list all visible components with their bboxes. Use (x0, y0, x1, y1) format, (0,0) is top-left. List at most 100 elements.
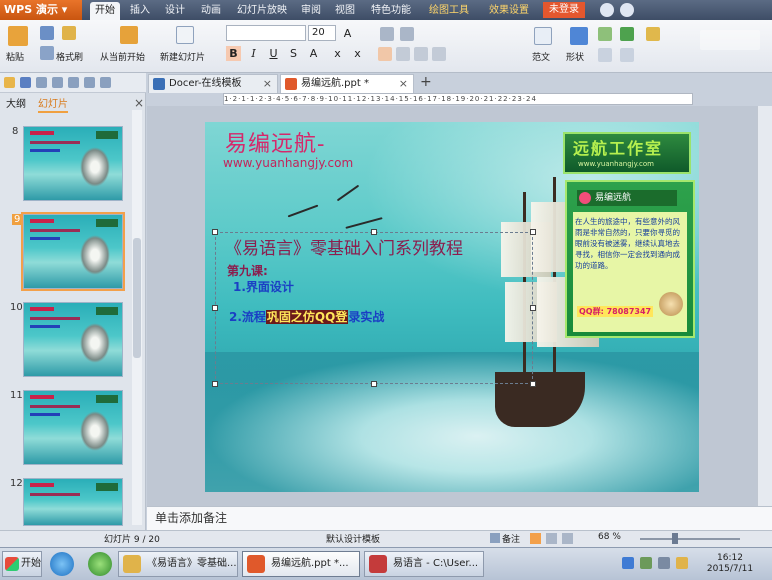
tab-docer[interactable]: Docer-在线模板 × (148, 74, 278, 93)
tab-drawing-tools[interactable]: 绘图工具 (424, 2, 474, 20)
zoom-slider[interactable] (640, 538, 740, 540)
zoom-slider-thumb[interactable] (672, 533, 678, 544)
template-icon[interactable] (534, 27, 552, 45)
print-icon[interactable] (36, 77, 47, 88)
numbering-icon[interactable] (400, 27, 414, 41)
volume-icon[interactable] (658, 557, 670, 569)
clock[interactable]: 16:12 2015/7/11 (700, 553, 760, 575)
help-icon[interactable] (620, 3, 634, 17)
justify-icon[interactable] (432, 47, 446, 61)
print-preview-icon[interactable] (52, 77, 63, 88)
picture-icon[interactable] (598, 27, 612, 41)
fill-icon[interactable] (620, 27, 634, 41)
font-name-select[interactable] (226, 25, 306, 41)
tab-document[interactable]: 易编远航.ppt * × (280, 74, 414, 93)
skin-icon[interactable] (600, 3, 614, 17)
tab-design[interactable]: 设计 (160, 2, 190, 20)
redo-icon[interactable] (100, 77, 111, 88)
tab-animation[interactable]: 动画 (196, 2, 226, 20)
slide-thumbnail[interactable] (23, 126, 123, 201)
tab-slideshow[interactable]: 幻灯片放映 (232, 2, 292, 20)
slide[interactable]: 易编远航- www.yuanhangjy.com 《易语言》零基础入门系列教程 … (205, 122, 699, 492)
slide-thumbnail-selected[interactable] (21, 212, 125, 291)
notes-area[interactable]: 单击添加备注 (147, 506, 772, 530)
slide-thumbnail[interactable] (23, 302, 123, 377)
open-icon[interactable] (4, 77, 15, 88)
shape-label[interactable]: 形状 (566, 50, 584, 63)
spellcheck-icon[interactable] (68, 77, 79, 88)
slide-title[interactable]: 易编远航- (225, 126, 325, 158)
shadow-button[interactable]: S (286, 46, 301, 61)
taskbar-item[interactable]: 易语言 - C:\User... (364, 551, 484, 577)
paste-label[interactable]: 粘贴 (6, 50, 24, 63)
cut-icon[interactable] (40, 26, 54, 40)
ie-icon[interactable] (50, 552, 74, 576)
network-icon[interactable] (640, 557, 652, 569)
canvas-scrollbar[interactable] (757, 106, 772, 506)
scrollbar-thumb[interactable] (133, 238, 141, 358)
align-left-icon[interactable] (378, 47, 392, 61)
lesson-item[interactable]: 2.流程巩固之仿QQ登录实战 (229, 308, 384, 325)
font-color-button[interactable]: A (306, 46, 321, 61)
close-icon[interactable]: × (263, 75, 272, 93)
group-icon[interactable] (620, 48, 634, 62)
resize-handle[interactable] (530, 381, 536, 387)
close-icon[interactable]: × (134, 96, 144, 110)
save-icon[interactable] (20, 77, 31, 88)
align-center-icon[interactable] (396, 47, 410, 61)
tab-outline[interactable]: 大纲 (6, 97, 26, 113)
template-label[interactable]: 范文 (532, 50, 550, 63)
app-menu-button[interactable]: WPS 演示 ▾ (0, 0, 82, 20)
bullets-icon[interactable] (380, 27, 394, 41)
new-tab-button[interactable]: + (420, 74, 432, 90)
new-slide-icon[interactable] (176, 26, 194, 44)
subscript-button[interactable]: x (350, 46, 365, 61)
resize-handle[interactable] (212, 305, 218, 311)
from-current-label[interactable]: 从当前开始 (100, 50, 145, 63)
tab-insert[interactable]: 插入 (126, 2, 154, 20)
normal-view-icon[interactable] (530, 533, 541, 544)
resize-handle[interactable] (530, 229, 536, 235)
undo-icon[interactable] (84, 77, 95, 88)
taskbar-item[interactable]: 《易语言》零基础... (118, 551, 238, 577)
new-slide-label[interactable]: 新建幻灯片 (160, 50, 205, 63)
sorter-view-icon[interactable] (546, 533, 557, 544)
grow-font-icon[interactable]: A (340, 26, 355, 41)
underline-button[interactable]: U (266, 46, 281, 61)
lesson-item[interactable]: 1.界面设计 (233, 278, 294, 295)
start-button[interactable]: 开始 (2, 551, 42, 577)
superscript-button[interactable]: x (330, 46, 345, 61)
paste-icon[interactable] (8, 26, 28, 46)
align-right-icon[interactable] (414, 47, 428, 61)
reading-view-icon[interactable] (562, 533, 573, 544)
slide-thumbnail[interactable] (23, 390, 123, 465)
resize-handle[interactable] (212, 381, 218, 387)
notes-icon[interactable] (490, 533, 500, 543)
tab-effects[interactable]: 效果设置 (484, 2, 534, 20)
font-size-select[interactable]: 20 (308, 25, 336, 41)
tab-features[interactable]: 特色功能 (366, 2, 416, 20)
notes-button[interactable]: 备注 (502, 532, 520, 545)
course-title[interactable]: 《易语言》零基础入门系列教程 (225, 234, 463, 259)
copy-icon[interactable] (40, 46, 54, 60)
slide-thumbnail[interactable] (23, 478, 123, 526)
resize-handle[interactable] (371, 381, 377, 387)
format-painter-label[interactable]: 格式刷 (56, 50, 83, 63)
lesson-label[interactable]: 第九课: (227, 262, 268, 279)
tab-slides[interactable]: 幻灯片 (38, 97, 68, 113)
tab-view[interactable]: 视图 (330, 2, 360, 20)
tab-review[interactable]: 审阅 (296, 2, 326, 20)
security-icon[interactable] (88, 552, 112, 576)
format-painter-icon[interactable] (62, 26, 76, 40)
arrange-icon[interactable] (598, 48, 612, 62)
outline-icon[interactable] (646, 27, 660, 41)
input-method-icon[interactable] (622, 557, 634, 569)
login-button[interactable]: 未登录 (543, 2, 585, 18)
slide-url[interactable]: www.yuanhangjy.com (223, 156, 353, 170)
play-from-current-icon[interactable] (120, 26, 138, 44)
shape-icon[interactable] (570, 27, 588, 45)
tab-home[interactable]: 开始 (90, 2, 120, 20)
close-icon[interactable]: × (399, 75, 408, 93)
italic-button[interactable]: I (246, 46, 261, 61)
taskbar-item-active[interactable]: 易编远航.ppt *... (242, 551, 360, 577)
